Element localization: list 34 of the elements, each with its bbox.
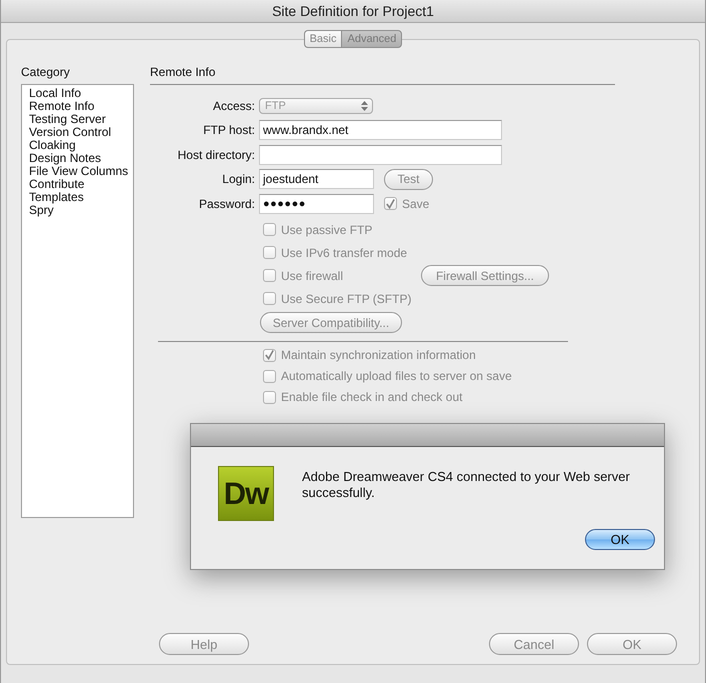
category-item[interactable]: File View Columns <box>29 165 133 178</box>
category-item[interactable]: Testing Server <box>29 113 133 126</box>
category-heading: Category <box>21 65 71 79</box>
ok-button[interactable]: OK <box>585 529 655 550</box>
updown-arrows-icon <box>361 101 368 111</box>
password-field[interactable]: ●●●●●● <box>259 194 374 214</box>
field-label: Host directory: <box>176 148 256 162</box>
category-item[interactable]: Local Info <box>29 87 133 100</box>
category-item[interactable]: Cloaking <box>29 139 133 152</box>
field-label: Password: <box>198 196 256 210</box>
checkbox-label: Use IPv6 transfer mode <box>281 246 408 260</box>
category-item[interactable]: Spry <box>29 204 133 217</box>
field-label: Access: <box>212 99 256 113</box>
window-title: Site Definition for Project1 <box>272 3 434 19</box>
checkbox-label: Use passive FTP <box>281 222 372 236</box>
checkbox-label: Save <box>402 196 430 210</box>
app-logo: Dw <box>218 466 274 521</box>
field-label: Login: <box>221 172 256 186</box>
checkbox-label: Use Secure FTP (SFTP) <box>281 292 412 306</box>
host-directory-field[interactable] <box>259 144 502 164</box>
checkbox-label: Enable file check in and check out <box>281 390 462 404</box>
section-heading: Remote Info <box>150 65 216 79</box>
checkbox-label: Automatically upload files to server on save <box>281 369 512 383</box>
checkbox-label: Maintain synchronization information <box>281 348 476 362</box>
category-item[interactable]: Templates <box>29 191 133 204</box>
login-field[interactable]: joestudent <box>259 169 374 189</box>
checkbox-label: Use firewall <box>281 268 344 282</box>
category-item[interactable]: Remote Info <box>29 100 133 113</box>
category-item[interactable]: Version Control <box>29 126 133 139</box>
category-item[interactable]: Contribute <box>29 178 133 191</box>
alert-message: Adobe Dreamweaver CS4 connected to your Web server successfully. <box>302 469 631 501</box>
field-label: FTP host: <box>202 123 256 137</box>
ftp-host-field[interactable]: www.brandx.net <box>259 120 502 140</box>
category-item[interactable]: Design Notes <box>29 152 133 165</box>
